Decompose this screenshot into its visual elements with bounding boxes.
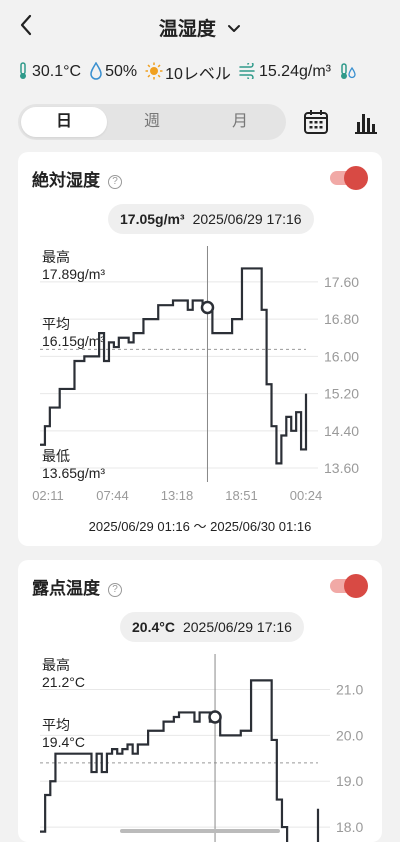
tooltip-pill: 20.4°C 2025/06/29 17:16 (120, 612, 304, 642)
avg-value: 19.4°C (42, 734, 85, 750)
chevron-down-icon (227, 21, 241, 37)
thermometer-icon (16, 61, 30, 83)
max-label: 最高 (42, 249, 70, 265)
absolute-humidity-value: 15.24g/m³ (258, 63, 331, 80)
tab-day[interactable]: 日 (21, 107, 107, 137)
y-tick-label: 13.60 (324, 460, 359, 476)
dew-point-stat (339, 62, 357, 83)
card-title-text: 絶対湿度 (32, 171, 100, 190)
x-tick-label: 00:24 (290, 488, 323, 503)
avg-value: 16.15g/m³ (42, 333, 105, 349)
x-tick-label: 02:11 (32, 488, 64, 503)
light-value: 10レベル (165, 66, 231, 83)
cursor-point (208, 710, 222, 724)
sensor-stats: 30.1°C 50% 10レベル 15.24g/m³ (16, 60, 400, 84)
tooltip-time: 2025/06/29 17:16 (182, 619, 292, 635)
temperature-stat: 30.1°C (16, 61, 82, 83)
humidity-stat: 50% (89, 61, 138, 83)
tab-week[interactable]: 週 (109, 107, 195, 137)
humidity-value: 50% (105, 63, 138, 80)
bar-chart-icon[interactable] (352, 108, 380, 136)
tooltip-value: 17.05g/m³ (120, 211, 185, 227)
home-indicator (120, 829, 280, 833)
absolute-humidity-card: 絶対湿度? 17.05g/m³ 2025/06/29 17:16 17.60 16.… (18, 152, 382, 546)
droplet-icon (89, 61, 103, 83)
date-range: 2025/06/29 01:16 ～ 2025/06/30 01:16 (88, 519, 312, 534)
help-icon[interactable]: ? (108, 175, 122, 189)
sun-icon (145, 62, 163, 83)
max-value: 21.2°C (42, 674, 85, 690)
dew-point-card: 露点温度? 20.4°C 2025/06/29 17:16 21.0 20.0 19.… (18, 560, 382, 842)
y-tick-label: 15.20 (324, 386, 359, 402)
y-tick-label: 19.0 (336, 773, 363, 789)
series-line (40, 679, 320, 842)
calendar-icon[interactable] (302, 108, 330, 136)
y-tick-label: 16.80 (324, 311, 359, 327)
wind-icon (239, 60, 257, 82)
help-icon[interactable]: ? (108, 583, 122, 597)
cursor-point (200, 300, 215, 315)
x-tick-label: 18:51 (225, 488, 258, 503)
dew-icon (339, 62, 357, 83)
min-label: 最低 (42, 448, 70, 464)
y-tick-label: 21.0 (336, 682, 363, 698)
max-label: 最高 (42, 657, 70, 673)
avg-label: 平均 (42, 717, 70, 733)
y-tick-label: 20.0 (336, 727, 363, 743)
y-tick-label: 16.00 (324, 348, 359, 364)
chart-toggle[interactable] (330, 574, 368, 598)
card-title-text: 露点温度 (32, 579, 100, 598)
y-tick-label: 17.60 (324, 274, 359, 290)
page-title-dropdown[interactable]: 温湿度 (0, 14, 400, 41)
tooltip-value: 20.4°C (132, 619, 175, 635)
x-tick-label: 07:44 (96, 488, 129, 503)
period-segmented-control: 日 週 月 (18, 104, 286, 140)
temperature-value: 30.1°C (32, 63, 82, 80)
tooltip-pill: 17.05g/m³ 2025/06/29 17:16 (108, 204, 314, 234)
dew-point-chart[interactable]: 21.0 20.0 19.0 18.0 最高 21.2°C 平均 19.4°C (18, 650, 382, 842)
x-tick-label: 13:18 (161, 488, 194, 503)
toggle-knob (344, 166, 368, 190)
max-value: 17.89g/m³ (42, 266, 105, 282)
chart-toggle[interactable] (330, 166, 368, 190)
avg-label: 平均 (42, 316, 70, 332)
card-title: 露点温度? (32, 574, 122, 599)
toggle-knob (344, 574, 368, 598)
absolute-humidity-chart[interactable]: 17.60 16.80 16.00 15.20 14.40 13.60 02:11 07:4… (18, 242, 382, 504)
absolute-humidity-stat: 15.24g/m³ (239, 60, 331, 82)
min-value: 13.65g/m³ (42, 465, 105, 481)
y-tick-label: 18.0 (336, 819, 363, 835)
tab-month[interactable]: 月 (197, 107, 283, 137)
page-title: 温湿度 (158, 19, 216, 40)
y-tick-label: 14.40 (324, 423, 359, 439)
tooltip-time: 2025/06/29 17:16 (192, 211, 302, 227)
card-title: 絶対湿度? (32, 166, 122, 191)
series-line (40, 267, 308, 465)
light-stat: 10レベル (145, 60, 231, 84)
header: 温湿度 (0, 0, 400, 52)
